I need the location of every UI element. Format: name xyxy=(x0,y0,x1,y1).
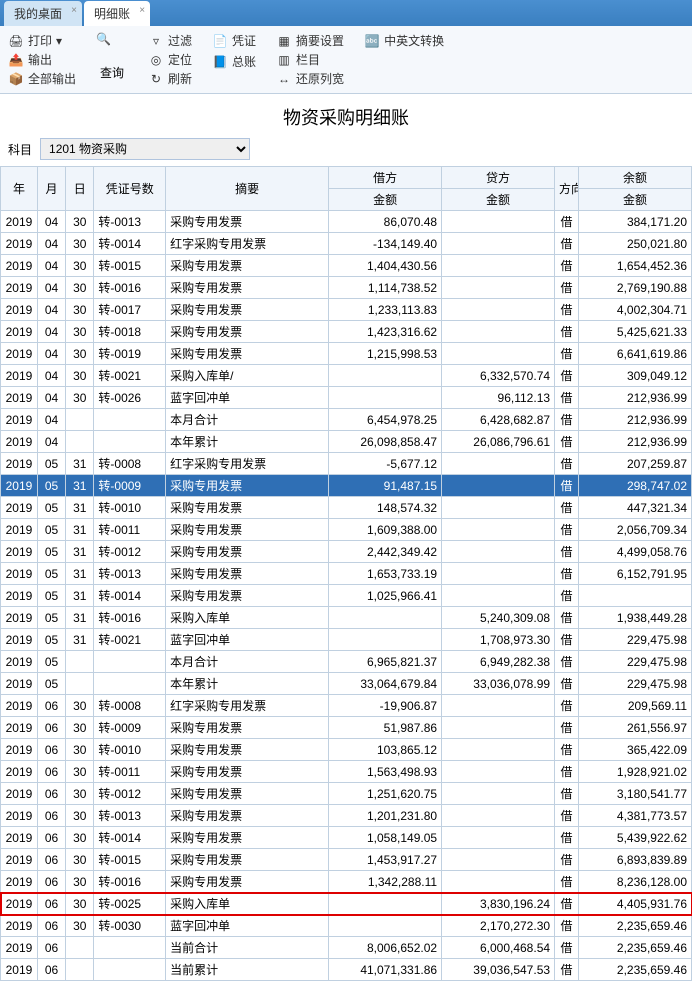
export-all-button[interactable]: 📦全部输出 xyxy=(8,70,76,87)
table-row[interactable]: 201906当前累计41,071,331.8639,036,547.53借2,2… xyxy=(1,959,692,981)
col-dir: 方向 xyxy=(555,167,579,211)
col-balance-amount: 金额 xyxy=(578,189,691,211)
filter-button[interactable]: ▿过滤 xyxy=(148,32,192,49)
table-row[interactable]: 20190430转-0021采购入库单/6,332,570.74借309,049… xyxy=(1,365,692,387)
reset-icon: ↔ xyxy=(276,71,292,87)
ledger-icon: 📘 xyxy=(212,54,228,70)
table-row[interactable]: 201906当前合计8,006,652.026,000,468.54借2,235… xyxy=(1,937,692,959)
table-row[interactable]: 20190630转-0016采购专用发票1,342,288.11借8,236,1… xyxy=(1,871,692,893)
ribbon-group-voucher: 📄凭证 📘总账 xyxy=(212,32,256,87)
export-all-icon: 📦 xyxy=(8,71,24,87)
col-credit-amount: 金额 xyxy=(442,189,555,211)
table-row[interactable]: 20190430转-0018采购专用发票1,423,316.62借5,425,6… xyxy=(1,321,692,343)
table-row[interactable]: 201904本月合计6,454,978.256,428,682.87借212,9… xyxy=(1,409,692,431)
columns-icon: ▥ xyxy=(276,52,292,68)
filter-row: 科目 1201 物资采购 xyxy=(0,136,692,166)
table-row[interactable]: 20190430转-0014红字采购专用发票-134,149.40借250,02… xyxy=(1,233,692,255)
export-button[interactable]: 📤输出 xyxy=(8,51,76,68)
page-title: 物资采购明细账 xyxy=(0,94,692,136)
columns-button[interactable]: ▥栏目 xyxy=(276,51,344,68)
ribbon-group-nav: ▿过滤 ◎定位 ↻刷新 xyxy=(148,32,192,87)
reset-width-button[interactable]: ↔还原列宽 xyxy=(276,70,344,87)
close-icon[interactable]: × xyxy=(71,5,77,16)
table-row[interactable]: 20190430转-0015采购专用发票1,404,430.56借1,654,4… xyxy=(1,255,692,277)
table-row[interactable]: 20190430转-0017采购专用发票1,233,113.83借4,002,3… xyxy=(1,299,692,321)
export-icon: 📤 xyxy=(8,52,24,68)
col-balance: 余额 xyxy=(578,167,691,189)
table-row[interactable]: 20190531转-0013采购专用发票1,653,733.19借6,152,7… xyxy=(1,563,692,585)
table-row[interactable]: 20190630转-0010采购专用发票103,865.12借365,422.0… xyxy=(1,739,692,761)
tab-我的桌面[interactable]: 我的桌面× xyxy=(4,1,82,26)
dropdown-icon: ▾ xyxy=(56,34,62,48)
cn-en-toggle-button[interactable]: 🔤中英文转换 xyxy=(364,32,444,49)
table-row[interactable]: 20190430转-0013采购专用发票86,070.48借384,171.20 xyxy=(1,211,692,233)
table-row[interactable]: 20190430转-0016采购专用发票1,114,738.52借2,769,1… xyxy=(1,277,692,299)
table-row[interactable]: 20190630转-0015采购专用发票1,453,917.27借6,893,8… xyxy=(1,849,692,871)
col-credit: 贷方 xyxy=(442,167,555,189)
ledger-grid[interactable]: 年 月 日 凭证号数 摘要 借方 贷方 方向 余额 金额 金额 金额 20190… xyxy=(0,166,692,981)
voucher-button[interactable]: 📄凭证 xyxy=(212,32,256,49)
close-icon[interactable]: × xyxy=(139,5,145,16)
table-row[interactable]: 20190630转-0012采购专用发票1,251,620.75借3,180,5… xyxy=(1,783,692,805)
table-row[interactable]: 20190630转-0008红字采购专用发票-19,906.87借209,569… xyxy=(1,695,692,717)
magnifier-icon: 🔍 xyxy=(96,32,128,64)
ribbon-group-lang: 🔤中英文转换 xyxy=(364,32,444,87)
table-row[interactable]: 20190531转-0012采购专用发票2,442,349.42借4,499,0… xyxy=(1,541,692,563)
tab-明细账[interactable]: 明细账× xyxy=(84,1,150,26)
col-day: 日 xyxy=(66,167,94,211)
table-row[interactable]: 20190531转-0010采购专用发票148,574.32借447,321.3… xyxy=(1,497,692,519)
table-row[interactable]: 20190630转-0011采购专用发票1,563,498.93借1,928,9… xyxy=(1,761,692,783)
table-row[interactable]: 201904本年累计26,098,858.4726,086,796.61借212… xyxy=(1,431,692,453)
summary-settings-button[interactable]: ▦摘要设置 xyxy=(276,32,344,49)
printer-icon: 🖨 xyxy=(8,33,24,49)
ribbon: 🖨打印▾ 📤输出 📦全部输出 🔍 查询 ▿过滤 ◎定位 ↻刷新 📄凭证 📘总账 … xyxy=(0,26,692,94)
col-month: 月 xyxy=(37,167,65,211)
settings-icon: ▦ xyxy=(276,33,292,49)
refresh-icon: ↻ xyxy=(148,71,164,87)
table-row[interactable]: 20190630转-0025采购入库单3,830,196.24借4,405,93… xyxy=(1,893,692,915)
table-row[interactable]: 20190531转-0011采购专用发票1,609,388.00借2,056,7… xyxy=(1,519,692,541)
voucher-icon: 📄 xyxy=(212,33,228,49)
table-row[interactable]: 20190531转-0021蓝字回冲单1,708,973.30借229,475.… xyxy=(1,629,692,651)
table-row[interactable]: 20190531转-0014采购专用发票1,025,966.41借 xyxy=(1,585,692,607)
general-ledger-button[interactable]: 📘总账 xyxy=(212,53,256,70)
refresh-button[interactable]: ↻刷新 xyxy=(148,70,192,87)
table-row[interactable]: 20190531转-0008红字采购专用发票-5,677.12借207,259.… xyxy=(1,453,692,475)
translate-icon: 🔤 xyxy=(364,33,380,49)
print-button[interactable]: 🖨打印▾ xyxy=(8,32,76,49)
table-row[interactable]: 20190430转-0019采购专用发票1,215,998.53借6,641,6… xyxy=(1,343,692,365)
subject-label: 科目 xyxy=(8,141,32,158)
col-voucher: 凭证号数 xyxy=(94,167,166,211)
col-summary: 摘要 xyxy=(166,167,329,211)
table-row[interactable]: 20190630转-0013采购专用发票1,201,231.80借4,381,7… xyxy=(1,805,692,827)
table-row[interactable]: 20190531转-0016采购入库单5,240,309.08借1,938,44… xyxy=(1,607,692,629)
grid-header: 年 月 日 凭证号数 摘要 借方 贷方 方向 余额 金额 金额 金额 xyxy=(1,167,692,211)
col-year: 年 xyxy=(1,167,38,211)
col-debit: 借方 xyxy=(329,167,442,189)
target-icon: ◎ xyxy=(148,52,164,68)
ribbon-group-output: 🖨打印▾ 📤输出 📦全部输出 xyxy=(8,32,76,87)
table-row[interactable]: 20190630转-0014采购专用发票1,058,149.05借5,439,9… xyxy=(1,827,692,849)
col-debit-amount: 金额 xyxy=(329,189,442,211)
funnel-icon: ▿ xyxy=(148,33,164,49)
ribbon-group-layout: ▦摘要设置 ▥栏目 ↔还原列宽 xyxy=(276,32,344,87)
query-button[interactable]: 🔍 查询 xyxy=(96,32,128,87)
table-row[interactable]: 20190630转-0009采购专用发票51,987.86借261,556.97 xyxy=(1,717,692,739)
table-row[interactable]: 20190630转-0030蓝字回冲单2,170,272.30借2,235,65… xyxy=(1,915,692,937)
subject-select[interactable]: 1201 物资采购 xyxy=(40,138,250,160)
tab-bar: 我的桌面×明细账× xyxy=(0,0,692,26)
table-row[interactable]: 201905本月合计6,965,821.376,949,282.38借229,4… xyxy=(1,651,692,673)
locate-button[interactable]: ◎定位 xyxy=(148,51,192,68)
table-row[interactable]: 20190531转-0009采购专用发票91,487.15借298,747.02 xyxy=(1,475,692,497)
table-row[interactable]: 20190430转-0026蓝字回冲单96,112.13借212,936.99 xyxy=(1,387,692,409)
table-row[interactable]: 201905本年累计33,064,679.8433,036,078.99借229… xyxy=(1,673,692,695)
